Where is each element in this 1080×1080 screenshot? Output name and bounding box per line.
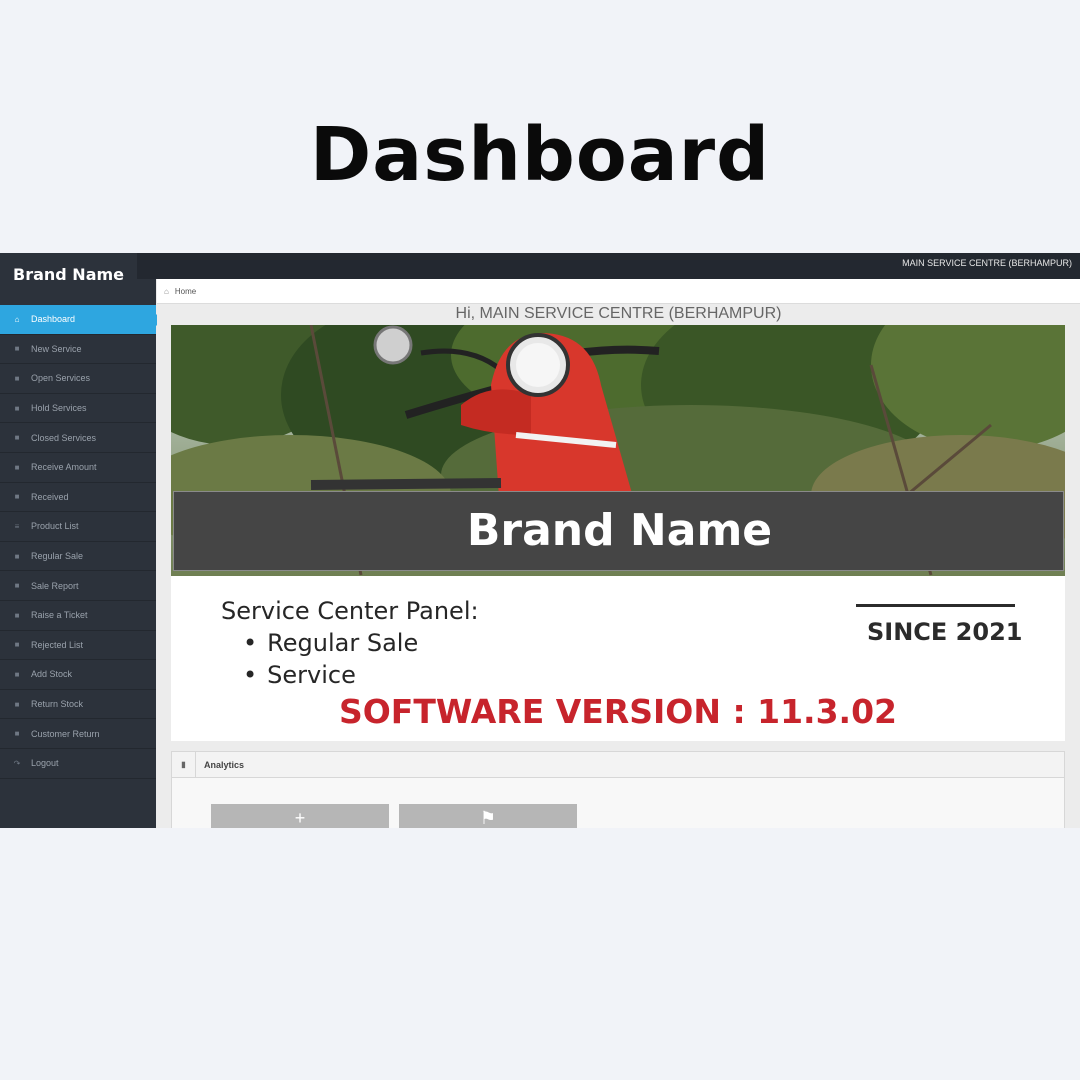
sidebar-item-hold-services[interactable]: ■ Hold Services [0, 394, 156, 424]
add-tile-button[interactable]: + [211, 804, 389, 828]
panel-title: Service Center Panel: [221, 597, 479, 625]
truck-icon: ■ [14, 433, 20, 443]
truck-icon: ■ [14, 551, 20, 561]
sidebar-item-label: Hold Services [31, 403, 87, 414]
sidebar-item-label: Logout [31, 758, 59, 769]
sidebar-item-label: Add Stock [31, 669, 73, 680]
plus-icon: + [294, 808, 306, 828]
sidebar-item-label: Sale Report [31, 580, 79, 591]
tag-tile-button[interactable]: ⚑ [399, 804, 577, 828]
sidebar-item-label: Open Services [31, 373, 91, 384]
truck-icon: ■ [14, 462, 20, 472]
list-icon: ≡ [14, 521, 20, 531]
sidebar-item-closed-services[interactable]: ■ Closed Services [0, 423, 156, 453]
brand-logo[interactable]: Brand Name [0, 253, 137, 285]
sidebar-item-sale-report[interactable]: ■ Sale Report [0, 571, 156, 601]
truck-icon: ■ [14, 492, 20, 502]
sidebar-item-label: Raise a Ticket [31, 610, 88, 621]
home-icon: ⌂ [14, 314, 20, 324]
sidebar-item-open-services[interactable]: ■ Open Services [0, 364, 156, 394]
truck-icon: ■ [14, 344, 20, 354]
breadcrumb-home[interactable]: Home [175, 287, 196, 296]
sidebar-item-label: Customer Return [31, 728, 100, 739]
analytics-panel: ▮ Analytics + ⚑ [171, 751, 1065, 828]
sidebar-item-raise-a-ticket[interactable]: ■ Raise a Ticket [0, 601, 156, 631]
sidebar-item-receive-amount[interactable]: ■ Receive Amount [0, 453, 156, 483]
truck-icon: ■ [14, 403, 20, 413]
sidebar: ⌂ Dashboard ■ New Service ■ Open Services ■ Hol… [0, 279, 162, 828]
banner-brand-name: Brand Name [466, 505, 773, 556]
sidebar-item-dashboard[interactable]: ⌂ Dashboard [0, 305, 162, 335]
truck-icon: ■ [14, 669, 20, 679]
truck-icon: ■ [14, 699, 20, 709]
panel-item: Regular Sale [243, 629, 418, 661]
analytics-title: Analytics [204, 759, 245, 770]
since-divider [856, 604, 1015, 607]
sidebar-item-customer-return[interactable]: ■ Customer Return [0, 719, 156, 749]
sidebar-item-product-list[interactable]: ≡ Product List [0, 512, 156, 542]
truck-icon: ■ [14, 581, 20, 591]
banner-brand-bar: Brand Name [173, 491, 1064, 571]
truck-icon: ■ [14, 610, 20, 620]
sidebar-item-label: Product List [31, 521, 79, 532]
sidebar-item-label: New Service [31, 343, 82, 354]
breadcrumb: ⌂ Home [157, 279, 1080, 304]
main-content: ⌂ Home Hi, MAIN SERVICE CENTRE (BERHAMPU… [157, 279, 1080, 828]
sidebar-item-return-stock[interactable]: ■ Return Stock [0, 690, 156, 720]
analytics-header: ▮ Analytics [172, 751, 1064, 778]
share-icon: ↷ [13, 758, 21, 768]
sidebar-item-logout[interactable]: ↷ Logout [0, 749, 156, 779]
since-label: SINCE 2021 [867, 618, 1023, 646]
user-name[interactable]: MAIN SERVICE CENTRE (BERHAMPUR) [902, 258, 1072, 268]
tag-icon: ⚑ [479, 808, 497, 828]
app-screenshot: MAIN SERVICE CENTRE (BERHAMPUR) ⌂ Dashboa… [0, 253, 1080, 828]
sidebar-item-label: Return Stock [31, 699, 84, 710]
panel-item: Service [243, 661, 418, 693]
sidebar-item-label: Dashboard [31, 314, 76, 325]
sidebar-item-rejected-list[interactable]: ■ Rejected List [0, 631, 156, 661]
top-bar: MAIN SERVICE CENTRE (BERHAMPUR) [0, 253, 1080, 279]
sidebar-item-new-service[interactable]: ■ New Service [0, 335, 156, 365]
truck-icon: ■ [14, 729, 20, 739]
greeting: Hi, MAIN SERVICE CENTRE (BERHAMPUR) [455, 305, 782, 322]
home-icon: ⌂ [164, 286, 169, 296]
sidebar-item-label: Rejected List [31, 639, 84, 650]
page-title: Dashboard [309, 112, 771, 198]
truck-icon: ■ [14, 640, 20, 650]
truck-icon: ■ [14, 373, 20, 383]
sidebar-item-received[interactable]: ■ Received [0, 483, 156, 513]
sidebar-item-label: Closed Services [31, 432, 97, 443]
sidebar-item-label: Received [31, 491, 69, 502]
sidebar-item-label: Receive Amount [31, 462, 97, 473]
sidebar-item-regular-sale[interactable]: ■ Regular Sale [0, 542, 156, 572]
bar-chart-icon: ▮ [172, 751, 196, 778]
sidebar-item-add-stock[interactable]: ■ Add Stock [0, 660, 156, 690]
software-version: SOFTWARE VERSION : 11.3.02 [338, 692, 898, 731]
dashboard-banner: Brand Name Service Center Panel: Regular… [171, 325, 1065, 741]
panel-list: Regular Sale Service [243, 629, 418, 693]
brand-name: Brand Name [13, 265, 125, 284]
sidebar-item-label: Regular Sale [31, 551, 84, 562]
